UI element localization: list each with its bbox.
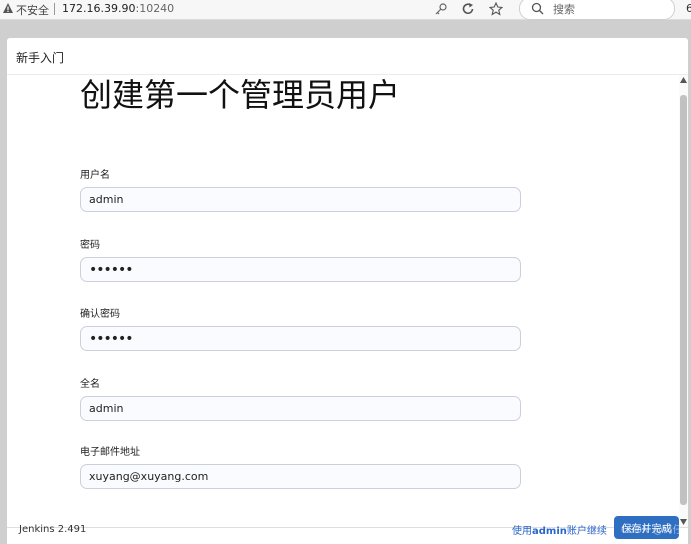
scrollbar-thumb[interactable] (680, 95, 687, 505)
url-host: 172.16.39.90 (62, 2, 136, 15)
url-port: :10240 (135, 2, 175, 15)
save-and-finish-button[interactable]: 保存并完成 (614, 516, 679, 539)
search-placeholder: 搜索 (553, 3, 575, 16)
skip-link-user: admin (532, 526, 567, 537)
email-label: 电子邮件地址 (80, 447, 140, 458)
scroll-down-arrow-icon[interactable] (680, 519, 687, 525)
browser-toolbar: 不安全 172.16.39.90:10240 搜索 6 (0, 0, 691, 20)
confirm-password-field[interactable] (80, 326, 521, 351)
setup-wizard-dialog: 新手入门 创建第一个管理员用户 用户名 密码 确认密码 全名 电子邮件地址 Je… (7, 38, 688, 544)
vertical-scrollbar[interactable] (679, 75, 688, 527)
password-field[interactable] (80, 257, 521, 282)
favorite-star-icon[interactable] (489, 2, 503, 16)
confirm-password-label: 确认密码 (80, 309, 120, 320)
jenkins-version: Jenkins 2.491 (19, 524, 87, 535)
divider (54, 3, 55, 15)
skip-link-suffix: 账户继续 (566, 526, 607, 537)
toolbar-overflow: 6 (686, 2, 691, 15)
dialog-title: 新手入门 (16, 51, 65, 65)
page-title: 创建第一个管理员用户 (80, 76, 401, 114)
warning-icon (3, 3, 13, 13)
form-scroll-area[interactable]: 创建第一个管理员用户 用户名 密码 确认密码 全名 电子邮件地址 (7, 75, 679, 527)
search-input[interactable]: 搜索 (519, 0, 675, 20)
security-status[interactable]: 不安全 (16, 2, 49, 18)
refresh-icon[interactable] (461, 2, 475, 16)
password-label: 密码 (80, 240, 100, 251)
skip-link-prefix: 使用 (512, 526, 532, 537)
scroll-up-arrow-icon[interactable] (680, 77, 687, 83)
continue-as-admin-link[interactable]: 使用admin账户继续 (512, 522, 607, 537)
key-icon[interactable] (434, 2, 448, 16)
email-field[interactable] (80, 464, 521, 489)
dialog-header: 新手入门 (7, 38, 688, 75)
username-field[interactable] (80, 187, 521, 212)
username-label: 用户名 (80, 170, 110, 181)
fullname-label: 全名 (80, 379, 100, 390)
fullname-field[interactable] (80, 396, 521, 421)
search-icon (531, 2, 544, 15)
address-bar[interactable]: 172.16.39.90:10240 (62, 2, 174, 15)
